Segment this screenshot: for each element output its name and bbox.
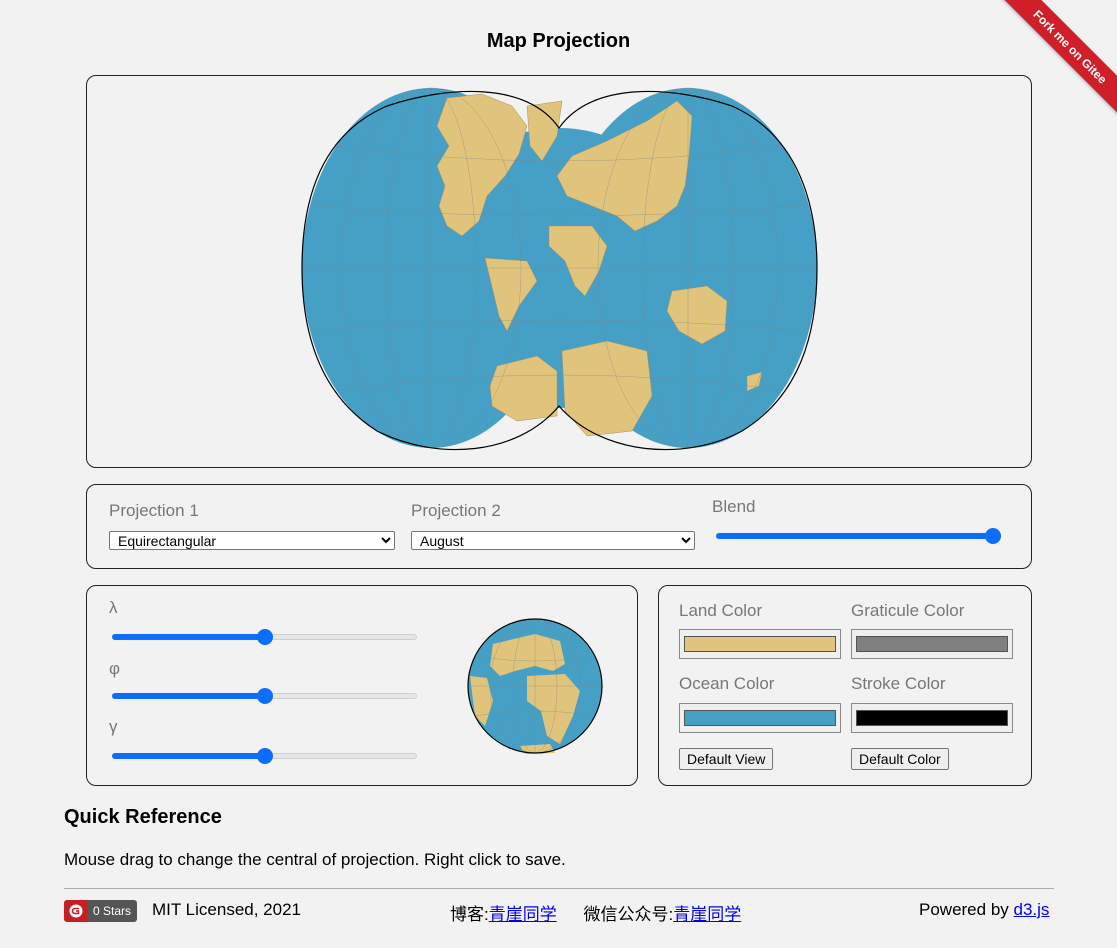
d3-link[interactable]: d3.js [1014,900,1050,919]
projection-1-select[interactable]: Equirectangular [109,531,395,550]
land-color-swatch [684,636,836,652]
map-canvas[interactable] [87,76,1031,467]
projection-panel: Projection 1 Equirectangular Projection … [86,484,1032,569]
ocean-color-label: Ocean Color [679,674,775,693]
wechat-link[interactable]: 青崖同学 [673,905,741,924]
lambda-slider-thumb[interactable] [256,629,273,645]
phi-label: φ [109,659,121,678]
stars-count: 0 Stars [87,900,138,922]
ocean-color-picker[interactable] [679,703,841,733]
land-color-picker[interactable] [679,629,841,659]
gitee-stars-badge[interactable]: 0 Stars [64,900,138,922]
projection-2-label: Projection 2 [411,501,501,520]
graticule-color-swatch [856,636,1008,652]
color-panel: Land Color Graticule Color Ocean Color S… [658,585,1032,786]
phi-slider-thumb[interactable] [256,688,273,704]
graticule-color-label: Graticule Color [851,601,965,620]
powered-label: Powered by [919,900,1009,919]
blog-section: 博客:青崖同学 微信公众号:青崖同学 [450,900,741,925]
map-panel [86,75,1032,468]
globe-preview[interactable] [465,616,605,756]
blend-label: Blend [712,497,756,516]
lambda-slider[interactable] [112,629,417,645]
blend-slider[interactable] [716,528,1001,544]
default-color-button[interactable]: Default Color [851,748,949,770]
rotation-panel: λ φ γ [86,585,638,786]
gamma-slider-thumb[interactable] [256,748,273,764]
gamma-label: γ [109,717,118,736]
quick-reference-text: Mouse drag to change the central of proj… [64,850,566,869]
license-text: MIT Licensed, 2021 [152,900,301,919]
wechat-label: 微信公众号: [583,905,674,924]
quick-reference-heading: Quick Reference [64,806,222,828]
default-view-button[interactable]: Default View [679,748,774,770]
blog-link[interactable]: 青崖同学 [489,905,557,924]
graticule-color-picker[interactable] [851,629,1013,659]
phi-slider[interactable] [112,688,417,704]
projection-1-label: Projection 1 [109,501,199,520]
powered-by: Powered by d3.js [919,900,1049,920]
stroke-color-swatch [856,710,1008,726]
projection-2-select[interactable]: August [411,531,695,550]
gamma-slider[interactable] [112,748,417,764]
page-title: Map Projection [486,30,631,52]
ocean-color-swatch [684,710,836,726]
land-color-label: Land Color [679,601,763,620]
blog-label: 博客: [450,905,489,924]
stroke-color-label: Stroke Color [851,674,946,693]
blend-slider-thumb[interactable] [985,528,1001,544]
stroke-color-picker[interactable] [851,703,1013,733]
gitee-icon [64,900,87,922]
footer-divider [64,888,1054,889]
lambda-label: λ [109,598,118,617]
